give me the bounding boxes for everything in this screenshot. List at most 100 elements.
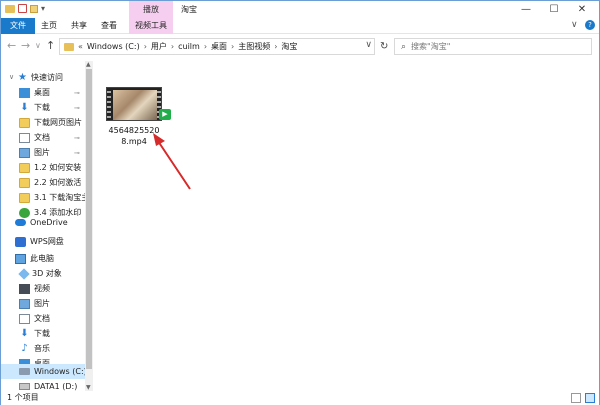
chevron-right-icon[interactable]: › [274,42,277,51]
nav-documents[interactable]: 文档 [19,311,93,326]
customize-chevron-icon[interactable]: ▾ [41,4,45,13]
address-bar[interactable]: « Windows (C:) › 用户 › cuilm › 桌面 › 主图视频 … [59,38,375,55]
content-scrollbar[interactable] [589,61,599,391]
ribbon-expand-icon[interactable]: ∨ [571,20,578,30]
quick-access-toolbar: ▾ [5,4,45,13]
breadcrumb-users[interactable]: 用户 [151,41,167,52]
breadcrumb-overflow[interactable]: « [78,42,83,51]
nav-downloads-pinned[interactable]: ⬇ 下载 ⊸ [19,100,93,115]
pin-icon: ⊸ [74,88,80,97]
nav-folder-download-main[interactable]: 3.1 下载淘宝主图 [19,190,93,205]
navigation-pane: ∨ ★ 快速访问 桌面 ⊸ ⬇ 下载 ⊸ 下载网页图片 ⊸ 文档 ⊸ 图片 ⊸ [1,61,93,391]
item-count: 1 个项目 [7,393,39,402]
nav-drive-d[interactable]: DATA1 (D:) [19,379,93,391]
properties-icon[interactable] [18,4,27,13]
ribbon-tabs: 文件 主页 共享 查看 视频工具 ∨ ? [1,18,599,34]
nav-pictures[interactable]: 图片 [19,296,93,311]
onedrive-icon [15,219,26,226]
nav-folder-activate[interactable]: 2.2 如何激活 [19,175,93,190]
nav-label: 文档 [34,133,50,142]
new-folder-icon[interactable] [30,4,38,13]
scrollbar-thumb[interactable] [86,69,92,369]
pin-icon: ⊸ [74,148,80,157]
nav-label: 下载 [34,103,50,112]
nav-desktop-pinned[interactable]: 桌面 ⊸ [19,85,93,100]
recent-locations-button[interactable]: ∨ [35,40,41,52]
refresh-button[interactable]: ↻ [380,41,388,52]
arrow-head [153,133,165,146]
file-list-area: 45648255208.mp4 ▶ [93,61,589,391]
tab-file[interactable]: 文件 [1,18,35,34]
scroll-down-icon[interactable]: ▼ [86,384,91,391]
tab-share[interactable]: 共享 [67,18,91,34]
navigation-scrollbar[interactable]: ▲ ▼ [85,61,93,391]
nav-label: 快速访问 [30,73,63,82]
chevron-right-icon[interactable]: › [171,42,174,51]
tab-home[interactable]: 主页 [37,18,61,34]
maximize-button[interactable]: ☐ [539,1,569,18]
search-box[interactable]: ⌕ 搜索"淘宝" [394,38,592,55]
explorer-window: ▾ 播放 淘宝 — ☐ ✕ 文件 主页 共享 查看 视频工具 ∨ ? ← → ∨… [0,0,600,405]
video-icon [19,283,30,294]
help-icon[interactable]: ? [585,20,595,30]
nav-3d-objects[interactable]: 3D 对象 [18,266,93,281]
breadcrumb-taobao[interactable]: 淘宝 [281,41,297,52]
address-dropdown-icon[interactable]: ∨ [365,40,372,50]
nav-onedrive[interactable]: OneDrive [15,215,93,230]
document-icon [19,313,30,324]
folder-icon [19,177,30,188]
minimize-button[interactable]: — [511,1,541,18]
details-view-button[interactable] [571,393,581,403]
nav-this-pc[interactable]: 此电脑 [15,251,93,266]
up-button[interactable]: ↑ [46,40,55,52]
nav-drive-c[interactable]: Windows (C:) [1,364,87,379]
nav-label: 1.2 如何安装 [34,163,82,172]
breadcrumb-main-video[interactable]: 主图视频 [238,41,270,52]
wps-icon [15,236,26,247]
nav-quick-access[interactable]: ∨ ★ 快速访问 [9,70,93,85]
chevron-down-icon[interactable]: ∨ [9,73,14,81]
folder-icon [5,4,15,13]
back-button[interactable]: ← [7,40,16,52]
desktop-icon [19,87,30,98]
nav-downloads[interactable]: ⬇ 下载 [19,326,93,341]
title-bar: ▾ 播放 淘宝 — ☐ ✕ [1,1,599,18]
nav-label: 音乐 [34,344,50,353]
nav-wps-drive[interactable]: WPS网盘 [15,234,93,249]
nav-download-web-images[interactable]: 下载网页图片 ⊸ [19,115,93,130]
pin-icon: ⊸ [74,118,80,127]
nav-pictures-pinned[interactable]: 图片 ⊸ [19,145,93,160]
forward-button[interactable]: → [21,40,30,52]
star-icon: ★ [18,71,27,83]
nav-label: Windows (C:) [34,367,87,376]
chevron-right-icon[interactable]: › [204,42,207,51]
pin-icon: ⊸ [74,103,80,112]
nav-label: 视频 [34,284,50,293]
nav-label: 2.2 如何激活 [34,178,82,187]
breadcrumb-drive[interactable]: Windows (C:) [87,42,140,51]
search-placeholder: 搜索"淘宝" [411,42,451,51]
pin-icon: ⊸ [74,133,80,142]
tab-video-tools[interactable]: 视频工具 [129,18,173,34]
nav-label: 图片 [34,148,50,157]
document-icon [19,132,30,143]
download-icon: ⬇ [20,101,29,113]
drive-icon [19,383,30,390]
large-icons-view-button[interactable] [585,393,595,403]
chevron-right-icon[interactable]: › [144,42,147,51]
close-button[interactable]: ✕ [567,1,597,18]
breadcrumb-desktop[interactable]: 桌面 [211,41,227,52]
context-tab-play[interactable]: 播放 [129,1,173,18]
picture-icon [19,298,30,309]
nav-documents-pinned[interactable]: 文档 ⊸ [19,130,93,145]
nav-folder-install[interactable]: 1.2 如何安装 [19,160,93,175]
breadcrumb-user[interactable]: cuilm [178,42,200,51]
chevron-right-icon[interactable]: › [231,42,234,51]
address-row: ← → ∨ ↑ « Windows (C:) › 用户 › cuilm › 桌面… [1,35,599,57]
nav-videos[interactable]: 视频 [19,281,93,296]
arrow-shaft [157,140,191,190]
scroll-up-icon[interactable]: ▲ [86,61,91,68]
tab-view[interactable]: 查看 [97,18,121,34]
nav-music[interactable]: ♪ 音乐 [19,341,93,356]
window-title: 淘宝 [181,5,197,14]
